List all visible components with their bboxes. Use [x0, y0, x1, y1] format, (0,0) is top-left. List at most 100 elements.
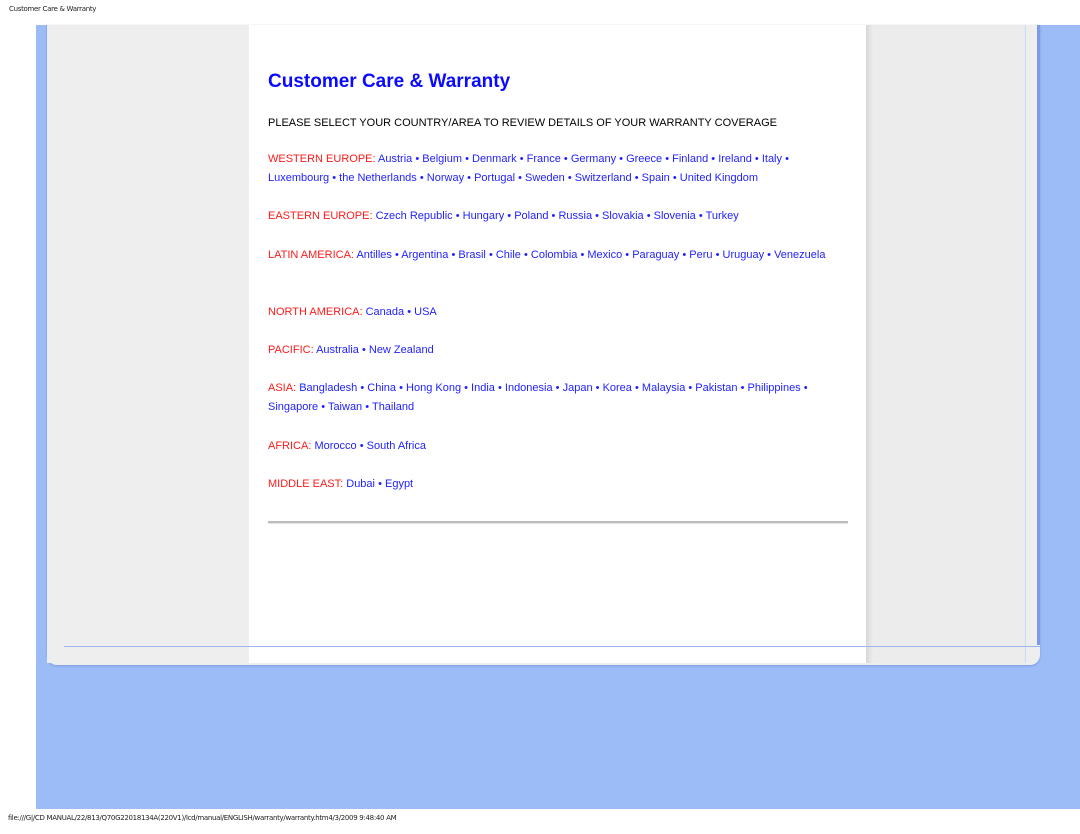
bullet-separator: • — [803, 382, 808, 394]
country-link[interactable]: Chile — [496, 249, 521, 261]
country-link[interactable]: Slovenia — [654, 210, 696, 222]
bullet-separator: • — [488, 249, 493, 261]
bullet-separator: • — [580, 249, 585, 261]
region-paragraph: AFRICA: Morocco • South Africa — [268, 437, 848, 456]
bullet-separator: • — [507, 210, 512, 222]
bullet-separator: • — [399, 382, 403, 394]
bullet-separator: • — [394, 249, 399, 261]
country-link[interactable]: Austria — [378, 153, 412, 165]
country-link[interactable]: Luxembourg — [268, 172, 329, 184]
bullet-separator: • — [619, 153, 624, 165]
country-link[interactable]: Slovakia — [602, 210, 644, 222]
country-link[interactable]: Ireland — [718, 153, 752, 165]
country-link[interactable]: Spain — [642, 172, 670, 184]
country-link[interactable]: Philippines — [747, 382, 800, 394]
print-header: Customer Care & Warranty — [9, 5, 97, 13]
bullet-separator: • — [464, 382, 468, 394]
country-link[interactable]: Canada — [366, 306, 405, 318]
bullet-separator: • — [740, 382, 745, 394]
country-link[interactable]: Switzerland — [575, 172, 632, 184]
country-link[interactable]: Bangladesh — [299, 382, 357, 394]
region-label: MIDDLE EAST: — [268, 478, 344, 490]
country-link[interactable]: Colombia — [531, 249, 577, 261]
country-link[interactable]: New Zealand — [369, 344, 434, 356]
bullet-separator: • — [698, 210, 703, 222]
bullet-separator: • — [567, 172, 572, 184]
country-link[interactable]: Finland — [672, 153, 708, 165]
bullet-separator: • — [555, 382, 560, 394]
country-link[interactable]: France — [527, 153, 561, 165]
bullet-separator: • — [519, 153, 524, 165]
region-label: ASIA: — [268, 382, 297, 394]
bullet-separator: • — [634, 382, 639, 394]
country-link[interactable]: Dubai — [346, 478, 375, 490]
bullet-separator: • — [665, 153, 670, 165]
bullet-separator: • — [767, 249, 772, 261]
country-link[interactable]: USA — [414, 306, 437, 318]
country-link[interactable]: Singapore — [268, 401, 318, 413]
country-link[interactable]: Argentina — [401, 249, 448, 261]
country-link[interactable]: Malaysia — [642, 382, 685, 394]
country-link[interactable]: South Africa — [367, 440, 426, 452]
country-link[interactable]: United Kingdom — [680, 172, 758, 184]
bullet-separator: • — [518, 172, 522, 184]
right-divider — [1025, 25, 1026, 663]
country-link[interactable]: Korea — [603, 382, 632, 394]
country-link[interactable]: Peru — [689, 249, 712, 261]
country-link[interactable]: Venezuela — [774, 249, 825, 261]
region-paragraph: NORTH AMERICA: Canada • USA — [268, 303, 848, 322]
bullet-separator: • — [595, 210, 599, 222]
country-link[interactable]: Sweden — [525, 172, 565, 184]
right-frame-edge — [1037, 25, 1040, 645]
country-link[interactable]: Poland — [514, 210, 548, 222]
page-title: Customer Care & Warranty — [268, 71, 511, 92]
country-link[interactable]: Germany — [571, 153, 616, 165]
bullet-separator: • — [551, 210, 556, 222]
country-link[interactable]: Norway — [427, 172, 464, 184]
intro-text: PLEASE SELECT YOUR COUNTRY/AREA TO REVIE… — [268, 117, 777, 129]
country-link[interactable]: Egypt — [385, 478, 413, 490]
bullet-separator: • — [563, 153, 568, 165]
country-link[interactable]: Thailand — [372, 401, 414, 413]
region-paragraph: PACIFIC: Australia • New Zealand — [268, 341, 848, 360]
country-link[interactable]: Uruguay — [723, 249, 765, 261]
bullet-separator: • — [682, 249, 687, 261]
country-link[interactable]: Indonesia — [505, 382, 553, 394]
country-link[interactable]: Antilles — [356, 249, 391, 261]
bullet-separator: • — [455, 210, 460, 222]
region-label: LATIN AMERICA: — [268, 249, 354, 261]
bullet-separator: • — [407, 306, 412, 318]
country-link[interactable]: Australia — [316, 344, 359, 356]
bullet-separator: • — [711, 153, 716, 165]
region-label: NORTH AMERICA: — [268, 306, 363, 318]
country-link[interactable]: Czech Republic — [376, 210, 453, 222]
country-link[interactable]: India — [471, 382, 495, 394]
country-link[interactable]: the Netherlands — [339, 172, 417, 184]
region-paragraph: ASIA: Bangladesh • China • Hong Kong • I… — [268, 379, 848, 417]
country-link[interactable]: China — [367, 382, 396, 394]
country-link[interactable]: Denmark — [472, 153, 517, 165]
country-link[interactable]: Italy — [762, 153, 782, 165]
country-link[interactable]: Turkey — [706, 210, 739, 222]
country-link[interactable]: Hungary — [463, 210, 505, 222]
country-link[interactable]: Greece — [626, 153, 662, 165]
country-link[interactable]: Russia — [558, 210, 592, 222]
country-link[interactable]: Belgium — [422, 153, 462, 165]
country-link[interactable]: Pakistan — [695, 382, 737, 394]
bullet-separator: • — [321, 401, 326, 413]
region-label: WESTERN EUROPE: — [268, 153, 376, 165]
country-link[interactable]: Paraguay — [632, 249, 679, 261]
country-link[interactable]: Japan — [563, 382, 593, 394]
region-paragraph: WESTERN EUROPE: Austria • Belgium • Denm… — [268, 150, 848, 188]
country-link[interactable]: Taiwan — [328, 401, 362, 413]
bullet-separator: • — [451, 249, 456, 261]
country-link[interactable]: Morocco — [314, 440, 356, 452]
bullet-separator: • — [754, 153, 759, 165]
bullet-separator: • — [378, 478, 382, 490]
country-link[interactable]: Brasil — [458, 249, 486, 261]
country-link[interactable]: Mexico — [587, 249, 622, 261]
country-link[interactable]: Portugal — [474, 172, 515, 184]
bullet-separator: • — [332, 172, 337, 184]
bullet-separator: • — [359, 440, 364, 452]
country-link[interactable]: Hong Kong — [406, 382, 461, 394]
